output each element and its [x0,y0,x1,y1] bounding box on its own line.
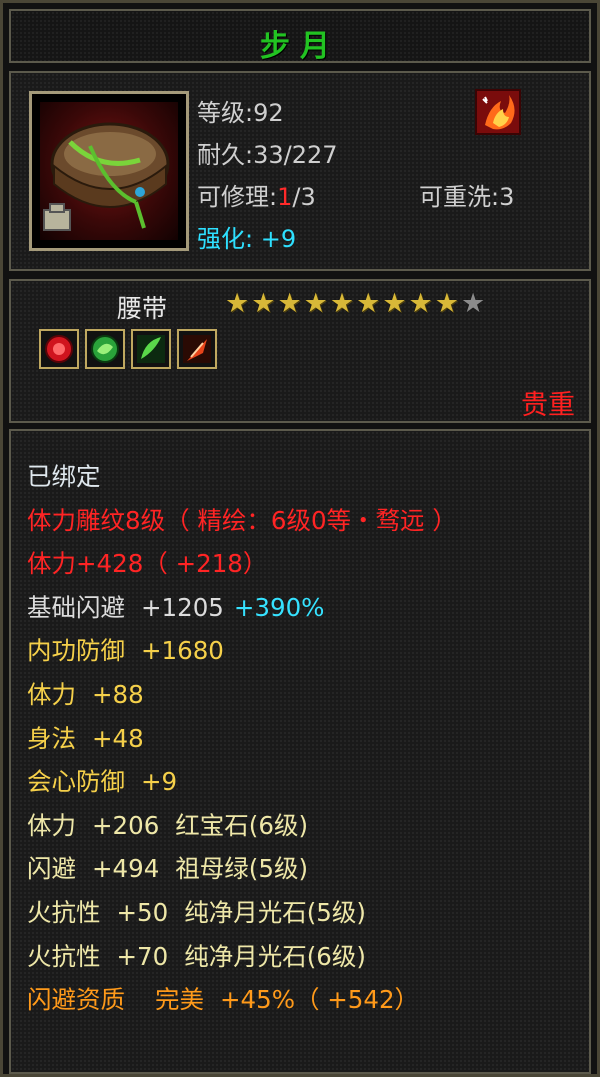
stat-label: 身法 [27,723,76,753]
rewash-value: 3 [499,183,515,211]
stat-value: +428（ +218） [76,549,268,579]
level-label: 等级: [197,99,254,127]
stat-value: +1680 [141,636,224,666]
stat-label: 会心防御 [27,767,125,797]
gem-stat-4: 火抗性 +70 纯净月光石(6级) [27,935,579,979]
green-gem-icon[interactable] [85,329,125,369]
star-filled-icon: ★ [251,288,276,319]
gem-slots [39,329,217,369]
star-filled-icon: ★ [277,288,302,319]
star-rating: ★ ★ ★ ★ ★ ★ ★ ★ ★ ★ [225,289,485,319]
stat-value: +206 [92,810,160,840]
fire-gem-icon[interactable] [177,329,217,369]
item-name: 步月 [260,29,340,64]
level-value: 92 [253,99,284,127]
rarity-label: 贵重 [521,390,575,421]
stat-label: 火抗性 [27,897,101,927]
aptitude-label: 闪避资质 [27,985,125,1015]
engrave-line: 体力雕纹8级（ 精绘：6级0等・骛远 ） [27,505,457,535]
stat-value: +70 [116,941,169,971]
star-filled-icon: ★ [225,288,250,319]
stat-label: 基础闪避 [27,592,125,622]
rewash-row: 可重洗:3 [419,177,514,212]
star-filled-icon: ★ [408,288,433,319]
stat-value: +50 [116,897,169,927]
stat-label: 体力 [27,679,76,709]
stat-label: 火抗性 [27,941,101,971]
enhance-value: +9 [260,225,297,253]
enhance-label: 强化: [197,225,254,253]
stat-label: 体力 [27,549,76,579]
gem-stat-3: 火抗性 +50 纯净月光石(5级) [27,891,579,935]
gem-name: 祖母绿(5级) [175,854,309,884]
stat-percent: +390% [233,592,325,622]
gem-name: 红宝石(6级) [175,810,309,840]
stat-label: 内功防御 [27,636,125,666]
item-type: 腰带 [117,294,168,323]
enhance-row: 强化: +9 [197,219,296,254]
star-filled-icon: ★ [329,288,355,319]
gem-stat-2: 闪避 +494 祖母绿(5级) [27,847,579,891]
stat-label: 闪避 [27,854,76,884]
stat-crit-defense: 会心防御 +9 [27,760,579,804]
aptitude-line: 闪避资质 完美 +45%（ +542） [27,978,579,1022]
stats-panel: 已绑定 体力雕纹8级（ 精绘：6级0等・骛远 ） 体力+428（ +218） 基… [9,429,591,1074]
gem-stat-1: 体力 +206 红宝石(6级) [27,804,579,848]
quality-panel: 腰带 ★ ★ ★ ★ ★ ★ ★ ★ ★ ★ 贵重 [9,279,591,423]
stat-value: +494 [92,854,160,884]
stat-label: 体力 [27,810,76,840]
level-row: 等级:92 [197,93,284,128]
red-gem-icon[interactable] [39,329,79,369]
repair-row: 可修理:1/3 [197,177,316,212]
stat-vitality-engraved: 体力+428（ +218） [27,542,579,586]
durability-label: 耐久: [197,141,254,169]
stat-list: 已绑定 体力雕纹8级（ 精绘：6级0等・骛远 ） 体力+428（ +218） 基… [27,455,579,1022]
stat-agility: 身法 +48 [27,717,579,761]
aptitude-value: +45%（ +542） [220,985,420,1015]
rewash-label: 可重洗: [419,183,500,211]
repair-max: /3 [292,183,316,211]
gem-name: 纯净月光石(5级) [184,897,366,927]
stat-value: +88 [92,679,144,709]
stat-value: +1205 [141,592,224,622]
stat-vitality: 体力 +88 [27,673,579,717]
stat-value: +48 [92,723,144,753]
star-filled-icon: ★ [303,288,328,319]
title-panel: 步月 [9,9,591,64]
repair-current: 1 [277,183,293,211]
star-filled-icon: ★ [356,288,381,319]
stat-value: +9 [141,767,178,797]
item-tooltip: 步月 等级:92 耐久:33/227 可修理:1/3 可重洗:3 强化: +9 … [0,0,600,1077]
flame-skill-icon[interactable] [475,89,521,135]
item-icon-frame [29,91,189,251]
gem-name: 纯净月光石(6级) [184,941,366,971]
durability-value: 33/227 [253,141,338,169]
star-filled-icon: ★ [382,288,407,319]
star-empty-icon: ★ [460,288,486,319]
repair-label: 可修理: [197,183,278,211]
stat-inner-defense: 内功防御 +1680 [27,629,579,673]
belt-icon [40,102,178,240]
moonstone-gem-icon[interactable] [131,329,171,369]
stat-base-dodge: 基础闪避 +1205 +390% [27,586,579,630]
aptitude-grade: 完美 [155,985,204,1015]
bound-status: 已绑定 [27,462,101,491]
item-header-panel: 等级:92 耐久:33/227 可修理:1/3 可重洗:3 强化: +9 [9,71,591,271]
durability-row: 耐久:33/227 [197,135,338,170]
star-filled-icon: ★ [434,288,459,319]
